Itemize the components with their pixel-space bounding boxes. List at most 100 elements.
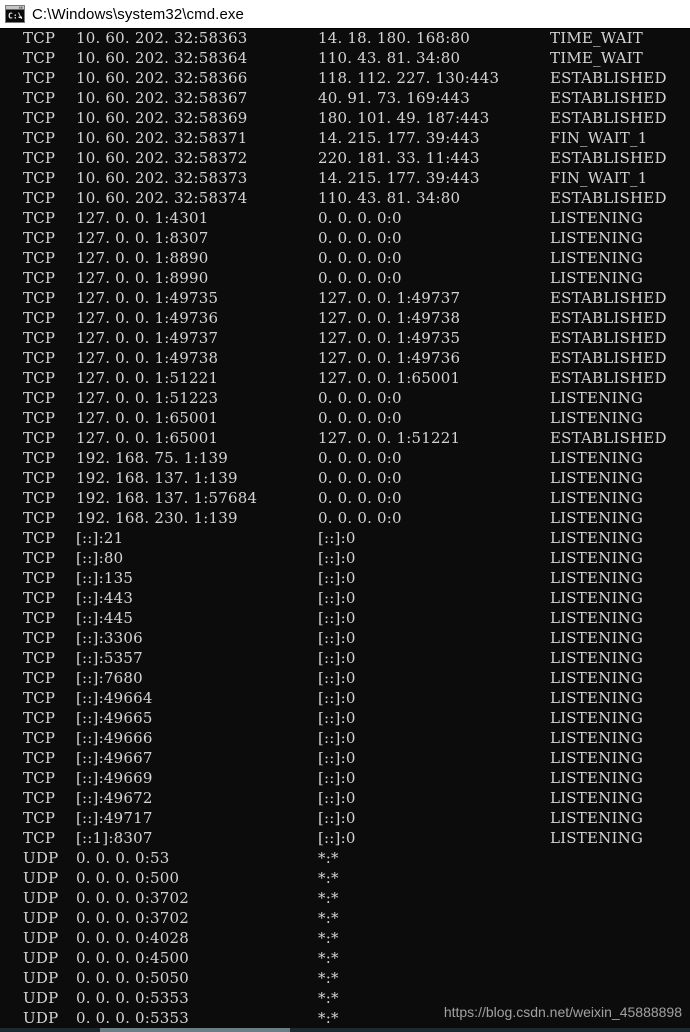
cell-foreign: [::]:0 [318, 529, 356, 547]
cell-local: 127. 0. 0. 1:8890 [76, 249, 209, 267]
cell-foreign: 127. 0. 0. 1:49738 [318, 309, 461, 327]
cell-foreign: 180. 101. 49. 187:443 [318, 109, 490, 127]
cell-foreign: 0. 0. 0. 0:0 [318, 209, 402, 227]
table-row: TCP [::]:443 [::]:0 LISTENING [0, 588, 690, 608]
cell-proto: TCP [23, 609, 56, 627]
cell-proto: UDP [23, 929, 59, 947]
cell-local: [::]:49717 [76, 809, 153, 827]
horizontal-scrollbar-thumb[interactable] [100, 1028, 290, 1032]
cell-proto: TCP [23, 349, 56, 367]
cell-local: 10. 60. 202. 32:58367 [76, 89, 248, 107]
table-row: TCP 10. 60. 202. 32:58372 220. 181. 33. 11… [0, 148, 690, 168]
table-row: TCP [::]:49666 [::]:0 LISTENING [0, 728, 690, 748]
cell-proto: TCP [23, 189, 56, 207]
table-row: TCP [::]:135 [::]:0 LISTENING [0, 568, 690, 588]
table-row: TCP 192. 168. 137. 1:139 0. 0. 0. 0:0 LISTE… [0, 468, 690, 488]
cell-state: LISTENING [550, 509, 644, 527]
table-row: TCP 127. 0. 0. 1:51221 127. 0. 0. 1:65001 E… [0, 368, 690, 388]
cell-local: [::]:135 [76, 569, 134, 587]
cell-local: 0. 0. 0. 0:53 [76, 849, 170, 867]
cell-local: [::]:49672 [76, 789, 153, 807]
cell-local: 192. 168. 137. 1:57684 [76, 489, 258, 507]
table-row: TCP [::1]:8307 [::]:0 LISTENING [0, 828, 690, 848]
cell-state: ESTABLISHED [550, 189, 667, 207]
table-row: TCP 127. 0. 0. 1:49738 127. 0. 0. 1:49736 E… [0, 348, 690, 368]
cell-proto: TCP [23, 89, 56, 107]
cell-foreign: [::]:0 [318, 769, 356, 787]
cell-foreign: [::]:0 [318, 809, 356, 827]
cell-local: 10. 60. 202. 32:58369 [76, 109, 248, 127]
window-titlebar[interactable]: C:\ C:\Windows\system32\cmd.exe [0, 0, 690, 28]
table-row: TCP [::]:80 [::]:0 LISTENING [0, 548, 690, 568]
cell-foreign: 0. 0. 0. 0:0 [318, 409, 402, 427]
horizontal-scrollbar[interactable] [0, 1028, 690, 1032]
cell-local: [::]:49667 [76, 749, 153, 767]
table-row: TCP [::]:49667 [::]:0 LISTENING [0, 748, 690, 768]
cell-state: LISTENING [550, 809, 644, 827]
cell-state: ESTABLISHED [550, 429, 667, 447]
cmd-console-icon: C:\ [5, 5, 25, 23]
cell-local: 192. 168. 75. 1:139 [76, 449, 228, 467]
cell-local: 10. 60. 202. 32:58372 [76, 149, 248, 167]
table-row: UDP 0. 0. 0. 0:500 *:* [0, 868, 690, 888]
cell-proto: UDP [23, 889, 59, 907]
cell-foreign: [::]:0 [318, 649, 356, 667]
cell-foreign: 127. 0. 0. 1:65001 [318, 369, 461, 387]
table-row: TCP 127. 0. 0. 1:8890 0. 0. 0. 0:0 LISTENIN… [0, 248, 690, 268]
cell-local: 10. 60. 202. 32:58366 [76, 69, 248, 87]
cell-state: LISTENING [550, 409, 644, 427]
cell-state: LISTENING [550, 229, 644, 247]
cell-local: 127. 0. 0. 1:8307 [76, 229, 209, 247]
cell-state: LISTENING [550, 689, 644, 707]
table-row: TCP 192. 168. 137. 1:57684 0. 0. 0. 0:0 LIS… [0, 488, 690, 508]
cell-local: 0. 0. 0. 0:500 [76, 869, 180, 887]
cell-local: 0. 0. 0. 0:3702 [76, 889, 190, 907]
table-row: TCP 10. 60. 202. 32:58373 14. 215. 177. 39… [0, 168, 690, 188]
cell-proto: TCP [23, 829, 56, 847]
cell-local: [::]:80 [76, 549, 124, 567]
cell-local: [::]:5357 [76, 649, 143, 667]
cell-local: [::]:49664 [76, 689, 153, 707]
cell-proto: UDP [23, 1009, 59, 1027]
cell-proto: TCP [23, 769, 56, 787]
cell-local: [::]:49666 [76, 729, 153, 747]
cell-foreign: *:* [318, 889, 339, 907]
cell-foreign: [::]:0 [318, 609, 356, 627]
cell-proto: TCP [23, 689, 56, 707]
cell-state: ESTABLISHED [550, 149, 667, 167]
cell-foreign: [::]:0 [318, 789, 356, 807]
cell-proto: TCP [23, 169, 56, 187]
table-row: TCP 127. 0. 0. 1:4301 0. 0. 0. 0:0 LISTENIN… [0, 208, 690, 228]
svg-text:C:\: C:\ [8, 12, 23, 21]
cell-local: 127. 0. 0. 1:49735 [76, 289, 219, 307]
cell-proto: TCP [23, 709, 56, 727]
cell-state: LISTENING [550, 569, 644, 587]
cell-state: LISTENING [550, 209, 644, 227]
cell-state: TIME_WAIT [550, 49, 643, 67]
console-output-area[interactable]: TCP 10. 60. 202. 32:58363 14. 18. 180. 168… [0, 28, 690, 1032]
cell-foreign: [::]:0 [318, 729, 356, 747]
table-row: TCP 10. 60. 202. 32:58364 110. 43. 81. 34:… [0, 48, 690, 68]
table-row: UDP 0. 0. 0. 0:3702 *:* [0, 888, 690, 908]
cell-proto: UDP [23, 869, 59, 887]
table-row: TCP [::]:49664 [::]:0 LISTENING [0, 688, 690, 708]
cell-state: ESTABLISHED [550, 289, 667, 307]
cell-foreign: *:* [318, 1009, 339, 1027]
cell-proto: TCP [23, 209, 56, 227]
cell-proto: TCP [23, 669, 56, 687]
cell-local: [::]:49669 [76, 769, 153, 787]
table-row: TCP 127. 0. 0. 1:65001 127. 0. 0. 1:51221 E… [0, 428, 690, 448]
cell-proto: TCP [23, 429, 56, 447]
cell-state: LISTENING [550, 769, 644, 787]
cell-foreign: 127. 0. 0. 1:51221 [318, 429, 461, 447]
cell-local: 0. 0. 0. 0:3702 [76, 909, 190, 927]
cell-state: LISTENING [550, 249, 644, 267]
cell-local: [::]:3306 [76, 629, 143, 647]
cell-state: LISTENING [550, 489, 644, 507]
cell-foreign: 14. 18. 180. 168:80 [318, 29, 470, 47]
cell-local: [::]:445 [76, 609, 134, 627]
cell-proto: TCP [23, 269, 56, 287]
cell-local: 0. 0. 0. 0:4500 [76, 949, 190, 967]
cell-state: LISTENING [550, 589, 644, 607]
cell-local: 127. 0. 0. 1:65001 [76, 409, 219, 427]
